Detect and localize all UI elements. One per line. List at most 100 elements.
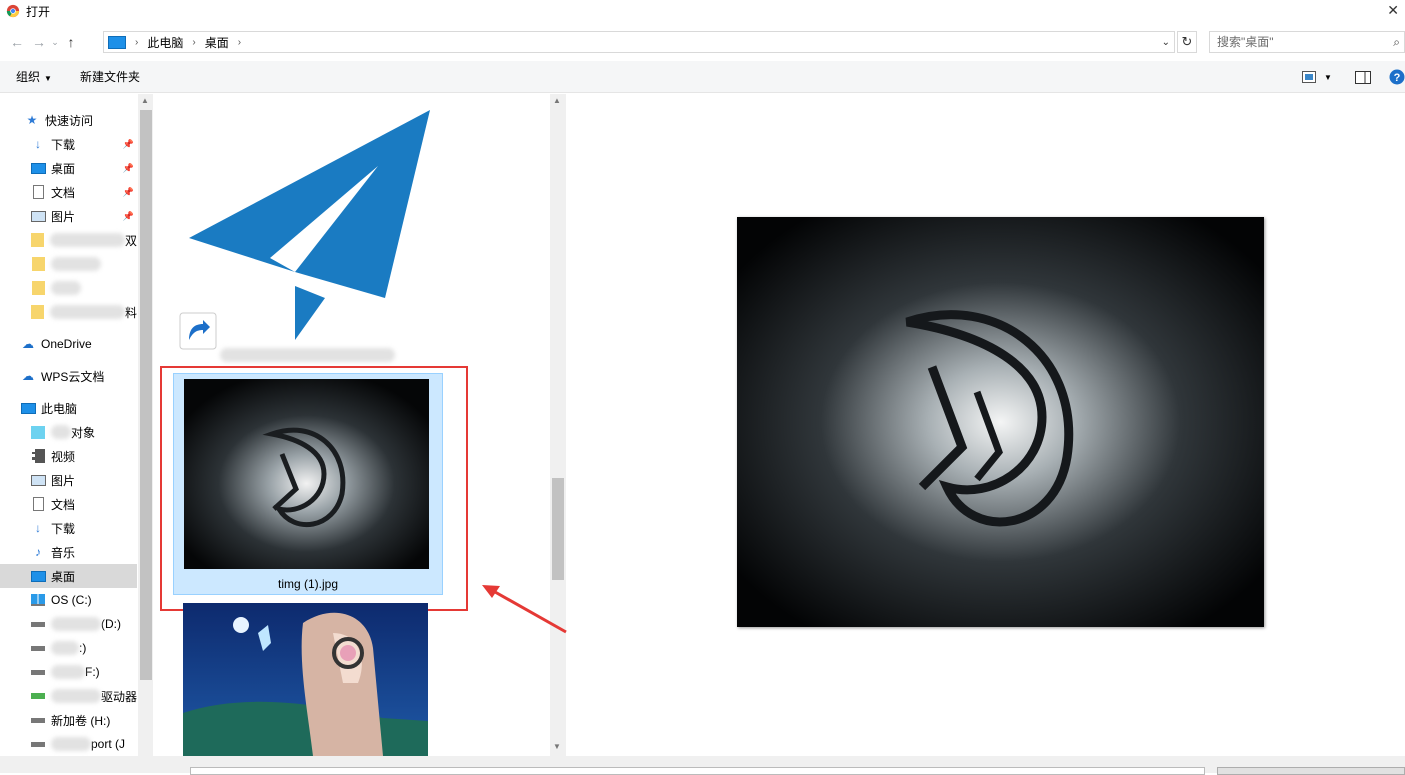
redacted-filename — [220, 348, 395, 362]
redacted-label — [51, 689, 101, 703]
paper-plane-logo-icon[interactable] — [185, 108, 435, 340]
anime-image-thumbnail[interactable] — [183, 603, 428, 756]
sidebar-item-blurred-folder[interactable]: 双 — [0, 228, 137, 252]
shortcut-arrow-icon — [179, 312, 217, 350]
forward-arrow-icon[interactable]: → — [28, 31, 50, 53]
file-type-dropdown[interactable] — [1217, 767, 1405, 775]
chevron-right-icon[interactable]: › — [238, 37, 241, 48]
chevron-right-icon[interactable]: › — [192, 37, 195, 48]
search-input[interactable] — [1217, 35, 1387, 49]
sidebar-item-drive-c[interactable]: OS (C:) — [0, 588, 137, 612]
sidebar-item-desktop[interactable]: 桌面 📌 — [0, 156, 137, 180]
download-arrow-icon: ↓ — [35, 521, 41, 535]
sidebar-item-downloads[interactable]: ↓ 下载 — [0, 516, 137, 540]
sidebar-item-documents[interactable]: 文档 — [0, 492, 137, 516]
sidebar-item-label: OneDrive — [41, 337, 92, 351]
help-button[interactable]: ? — [1389, 67, 1405, 87]
redacted-label — [51, 665, 85, 679]
up-arrow-icon[interactable]: ↑ — [60, 31, 82, 53]
star-icon: ★ — [26, 113, 38, 127]
sidebar-item-drive[interactable]: :) — [0, 636, 137, 660]
new-folder-button[interactable]: 新建文件夹 — [80, 68, 140, 85]
sidebar-item-wps-cloud[interactable]: ☁ WPS云文档 — [0, 364, 137, 388]
search-box[interactable]: ⌕ — [1209, 31, 1405, 53]
folder-icon — [30, 281, 46, 295]
close-icon[interactable]: ✕ — [1387, 2, 1399, 19]
computer-icon — [20, 401, 36, 415]
help-icon: ? — [1389, 69, 1405, 85]
drive-icon — [30, 665, 46, 679]
scroll-up-icon[interactable]: ▲ — [553, 96, 561, 105]
chevron-right-icon[interactable]: › — [135, 37, 138, 48]
pin-icon[interactable]: 📌 — [123, 211, 134, 222]
refresh-button[interactable]: ↻ — [1177, 31, 1197, 53]
organize-label: 组织 — [16, 70, 41, 84]
sidebar-item-downloads[interactable]: ↓ 下载 📌 — [0, 132, 137, 156]
sidebar-item-music[interactable]: ♪ 音乐 — [0, 540, 137, 564]
sidebar-item-blurred-folder[interactable] — [0, 276, 137, 300]
redacted-label — [51, 281, 81, 295]
sidebar-item-drive-f[interactable]: F:) — [0, 660, 137, 684]
sidebar-item-pictures[interactable]: 图片 — [0, 468, 137, 492]
sidebar-item-blurred-folder[interactable]: 料 — [0, 300, 137, 324]
scroll-up-icon[interactable]: ▲ — [141, 96, 149, 105]
sidebar-item-drive-d[interactable]: (D:) — [0, 612, 137, 636]
sidebar-item-label: 音乐 — [51, 545, 76, 560]
recent-dropdown-icon[interactable]: ⌄ — [50, 31, 60, 53]
window-title: 打开 — [26, 4, 51, 19]
annotation-arrow-icon — [482, 585, 567, 634]
svg-text:?: ? — [1394, 72, 1401, 84]
sidebar-item-label: 图片 — [51, 473, 76, 488]
pin-icon[interactable]: 📌 — [123, 163, 134, 174]
redacted-label — [51, 617, 101, 631]
redacted-label — [50, 233, 125, 247]
redacted-label — [51, 257, 101, 271]
file-name-field[interactable] — [190, 767, 1205, 775]
pin-icon[interactable]: 📌 — [123, 187, 134, 198]
sidebar-item-drive-h[interactable]: 新加卷 (H:) — [0, 708, 137, 732]
scroll-down-icon[interactable]: ▼ — [553, 742, 561, 751]
bottom-bar — [0, 756, 1405, 775]
file-list: timg (1).jpg — [155, 94, 550, 756]
sidebar-item-dvd-drive[interactable]: 驱动器 — [0, 684, 137, 708]
annotation-highlight-box — [160, 366, 468, 611]
sidebar-item-documents[interactable]: 文档 📌 — [0, 180, 137, 204]
sidebar-item-pictures[interactable]: 图片 📌 — [0, 204, 137, 228]
dvd-drive-icon — [30, 689, 46, 703]
sidebar-item-this-pc[interactable]: 此电脑 — [0, 396, 137, 420]
picture-icon — [30, 473, 46, 487]
sidebar-item-videos[interactable]: 视频 — [0, 444, 137, 468]
sidebar-item-drive-j[interactable]: port (J — [0, 732, 137, 756]
scrollbar-thumb[interactable] — [552, 478, 564, 580]
sidebar-item-onedrive[interactable]: ☁ OneDrive — [0, 332, 137, 356]
sidebar-item-label: 文档 — [51, 497, 76, 512]
back-arrow-icon[interactable]: ← — [6, 31, 28, 53]
breadcrumb-this-pc[interactable]: 此电脑 — [147, 34, 183, 51]
preview-pane-button[interactable] — [1353, 67, 1373, 87]
address-dropdown-icon[interactable]: ⌄ — [1162, 37, 1170, 48]
sidebar-item-label: port (J — [91, 737, 126, 751]
pin-icon[interactable]: 📌 — [123, 139, 134, 150]
search-icon[interactable]: ⌕ — [1393, 35, 1400, 50]
view-options-button[interactable]: ▼ — [1299, 67, 1335, 87]
cube-icon — [30, 425, 46, 439]
windows-drive-icon — [30, 593, 46, 607]
refresh-icon: ↻ — [1181, 34, 1193, 49]
organize-button[interactable]: 组织 ▼ — [16, 68, 52, 85]
address-bar[interactable]: › 此电脑 › 桌面 › ⌄ — [103, 31, 1175, 53]
sidebar-item-blurred-folder[interactable] — [0, 252, 137, 276]
caret-down-icon: ▼ — [44, 74, 52, 83]
sidebar-item-label: 桌面 — [51, 161, 76, 176]
sidebar-item-desktop-selected[interactable]: 桌面 — [0, 564, 137, 588]
breadcrumb-desktop[interactable]: 桌面 — [205, 34, 229, 51]
sidebar-scrollbar[interactable]: ▲ — [138, 94, 153, 756]
cloud-icon: ☁ — [22, 337, 34, 351]
picture-icon — [30, 209, 46, 223]
file-list-scrollbar[interactable]: ▲ ▼ — [550, 94, 566, 756]
sidebar-item-quick-access[interactable]: ★ 快速访问 — [0, 108, 137, 132]
computer-icon — [108, 35, 126, 49]
sidebar-item-label: 对象 — [71, 425, 96, 440]
sidebar-item-3d-objects[interactable]: 对象 — [0, 420, 137, 444]
download-arrow-icon: ↓ — [35, 137, 41, 151]
scrollbar-thumb[interactable] — [140, 110, 152, 680]
